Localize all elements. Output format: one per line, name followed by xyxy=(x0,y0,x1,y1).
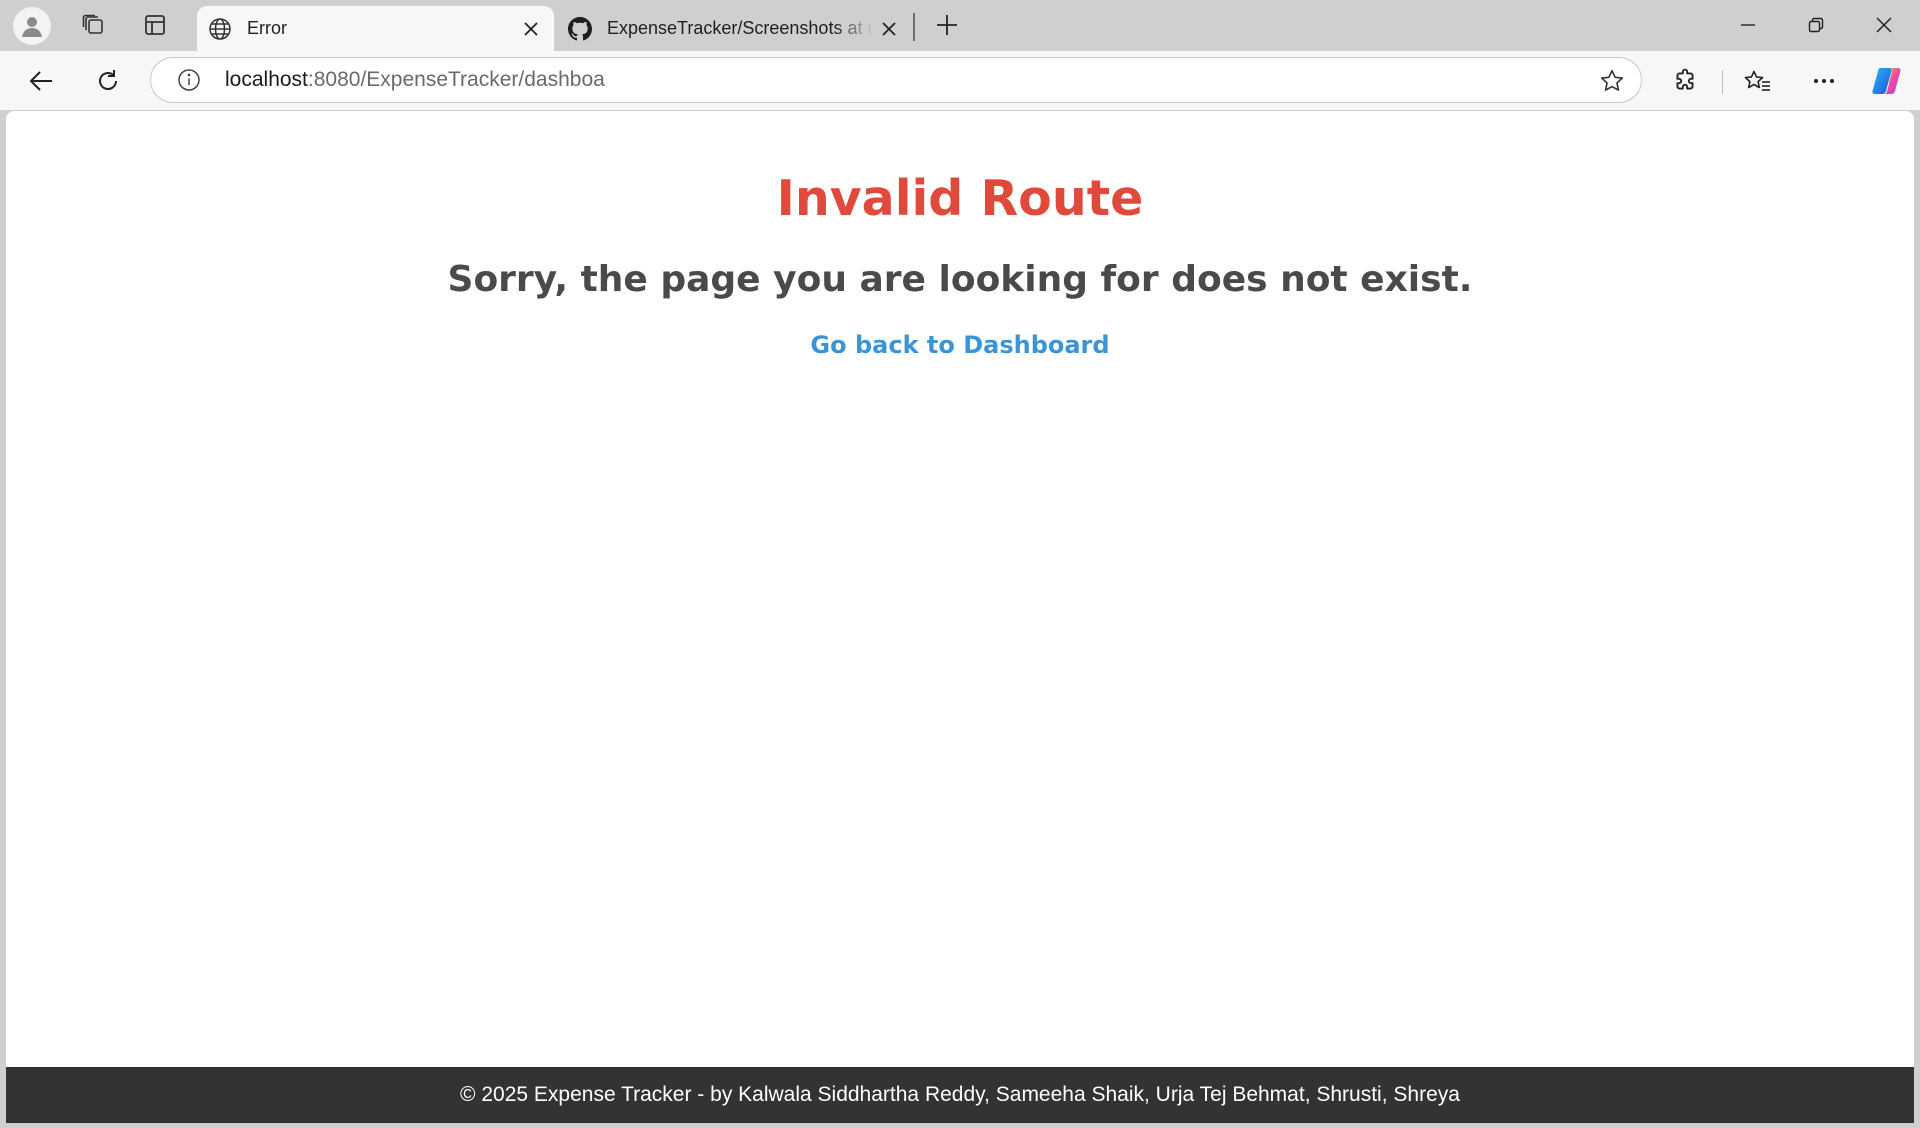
browser-toolbar: localhost:8080/ExpenseTracker/dashboa xyxy=(0,51,1920,110)
tab-title: Error xyxy=(247,18,287,38)
info-icon[interactable] xyxy=(175,66,203,94)
url-text[interactable]: localhost:8080/ExpenseTracker/dashboa xyxy=(225,68,605,92)
page-footer: © 2025 Expense Tracker - by Kalwala Sidd… xyxy=(6,1067,1914,1123)
footer-text: © 2025 Expense Tracker - by Kalwala Sidd… xyxy=(460,1083,1460,1106)
more-icon[interactable] xyxy=(1803,60,1845,102)
error-message: Sorry, the page you are looking for does… xyxy=(447,259,1473,300)
back-to-dashboard-link[interactable]: Go back to Dashboard xyxy=(810,331,1109,359)
toolbar-divider xyxy=(1722,70,1723,94)
copilot-icon[interactable] xyxy=(1866,60,1908,102)
tab-close-icon[interactable] xyxy=(516,14,546,44)
favorites-icon[interactable] xyxy=(1737,60,1779,102)
tab-strip: Error ExpenseTracker/Screenshots at main xyxy=(0,0,1920,51)
tab-error[interactable]: Error xyxy=(197,6,554,51)
tab-separator xyxy=(913,13,915,41)
back-arrow-icon[interactable] xyxy=(20,60,62,102)
github-icon xyxy=(567,16,593,42)
url-path: :8080/ExpenseTracker/dashboa xyxy=(307,68,605,91)
restore-icon[interactable] xyxy=(1782,0,1850,50)
puzzle-icon[interactable] xyxy=(1664,60,1706,102)
page-viewport: Invalid Route Sorry, the page you are lo… xyxy=(6,111,1914,1123)
workspaces-icon[interactable] xyxy=(73,6,113,44)
tab-close-icon[interactable] xyxy=(874,14,904,44)
page-title: Invalid Route xyxy=(776,170,1144,227)
profile-icon[interactable] xyxy=(13,7,51,45)
address-bar[interactable]: localhost:8080/ExpenseTracker/dashboa xyxy=(150,57,1642,103)
vertical-tabs-icon[interactable] xyxy=(135,6,175,44)
refresh-icon[interactable] xyxy=(87,60,129,102)
back-link-container: Go back to Dashboard xyxy=(6,331,1914,359)
star-icon[interactable] xyxy=(1597,66,1627,96)
tab-title: ExpenseTracker/Screenshots at main xyxy=(607,18,874,38)
close-icon[interactable] xyxy=(1850,0,1918,50)
minimize-icon[interactable] xyxy=(1714,0,1782,50)
tab-github-screenshots[interactable]: ExpenseTracker/Screenshots at main xyxy=(557,6,912,51)
globe-icon xyxy=(207,16,233,42)
url-host: localhost xyxy=(225,68,308,91)
plus-icon[interactable] xyxy=(927,6,967,44)
